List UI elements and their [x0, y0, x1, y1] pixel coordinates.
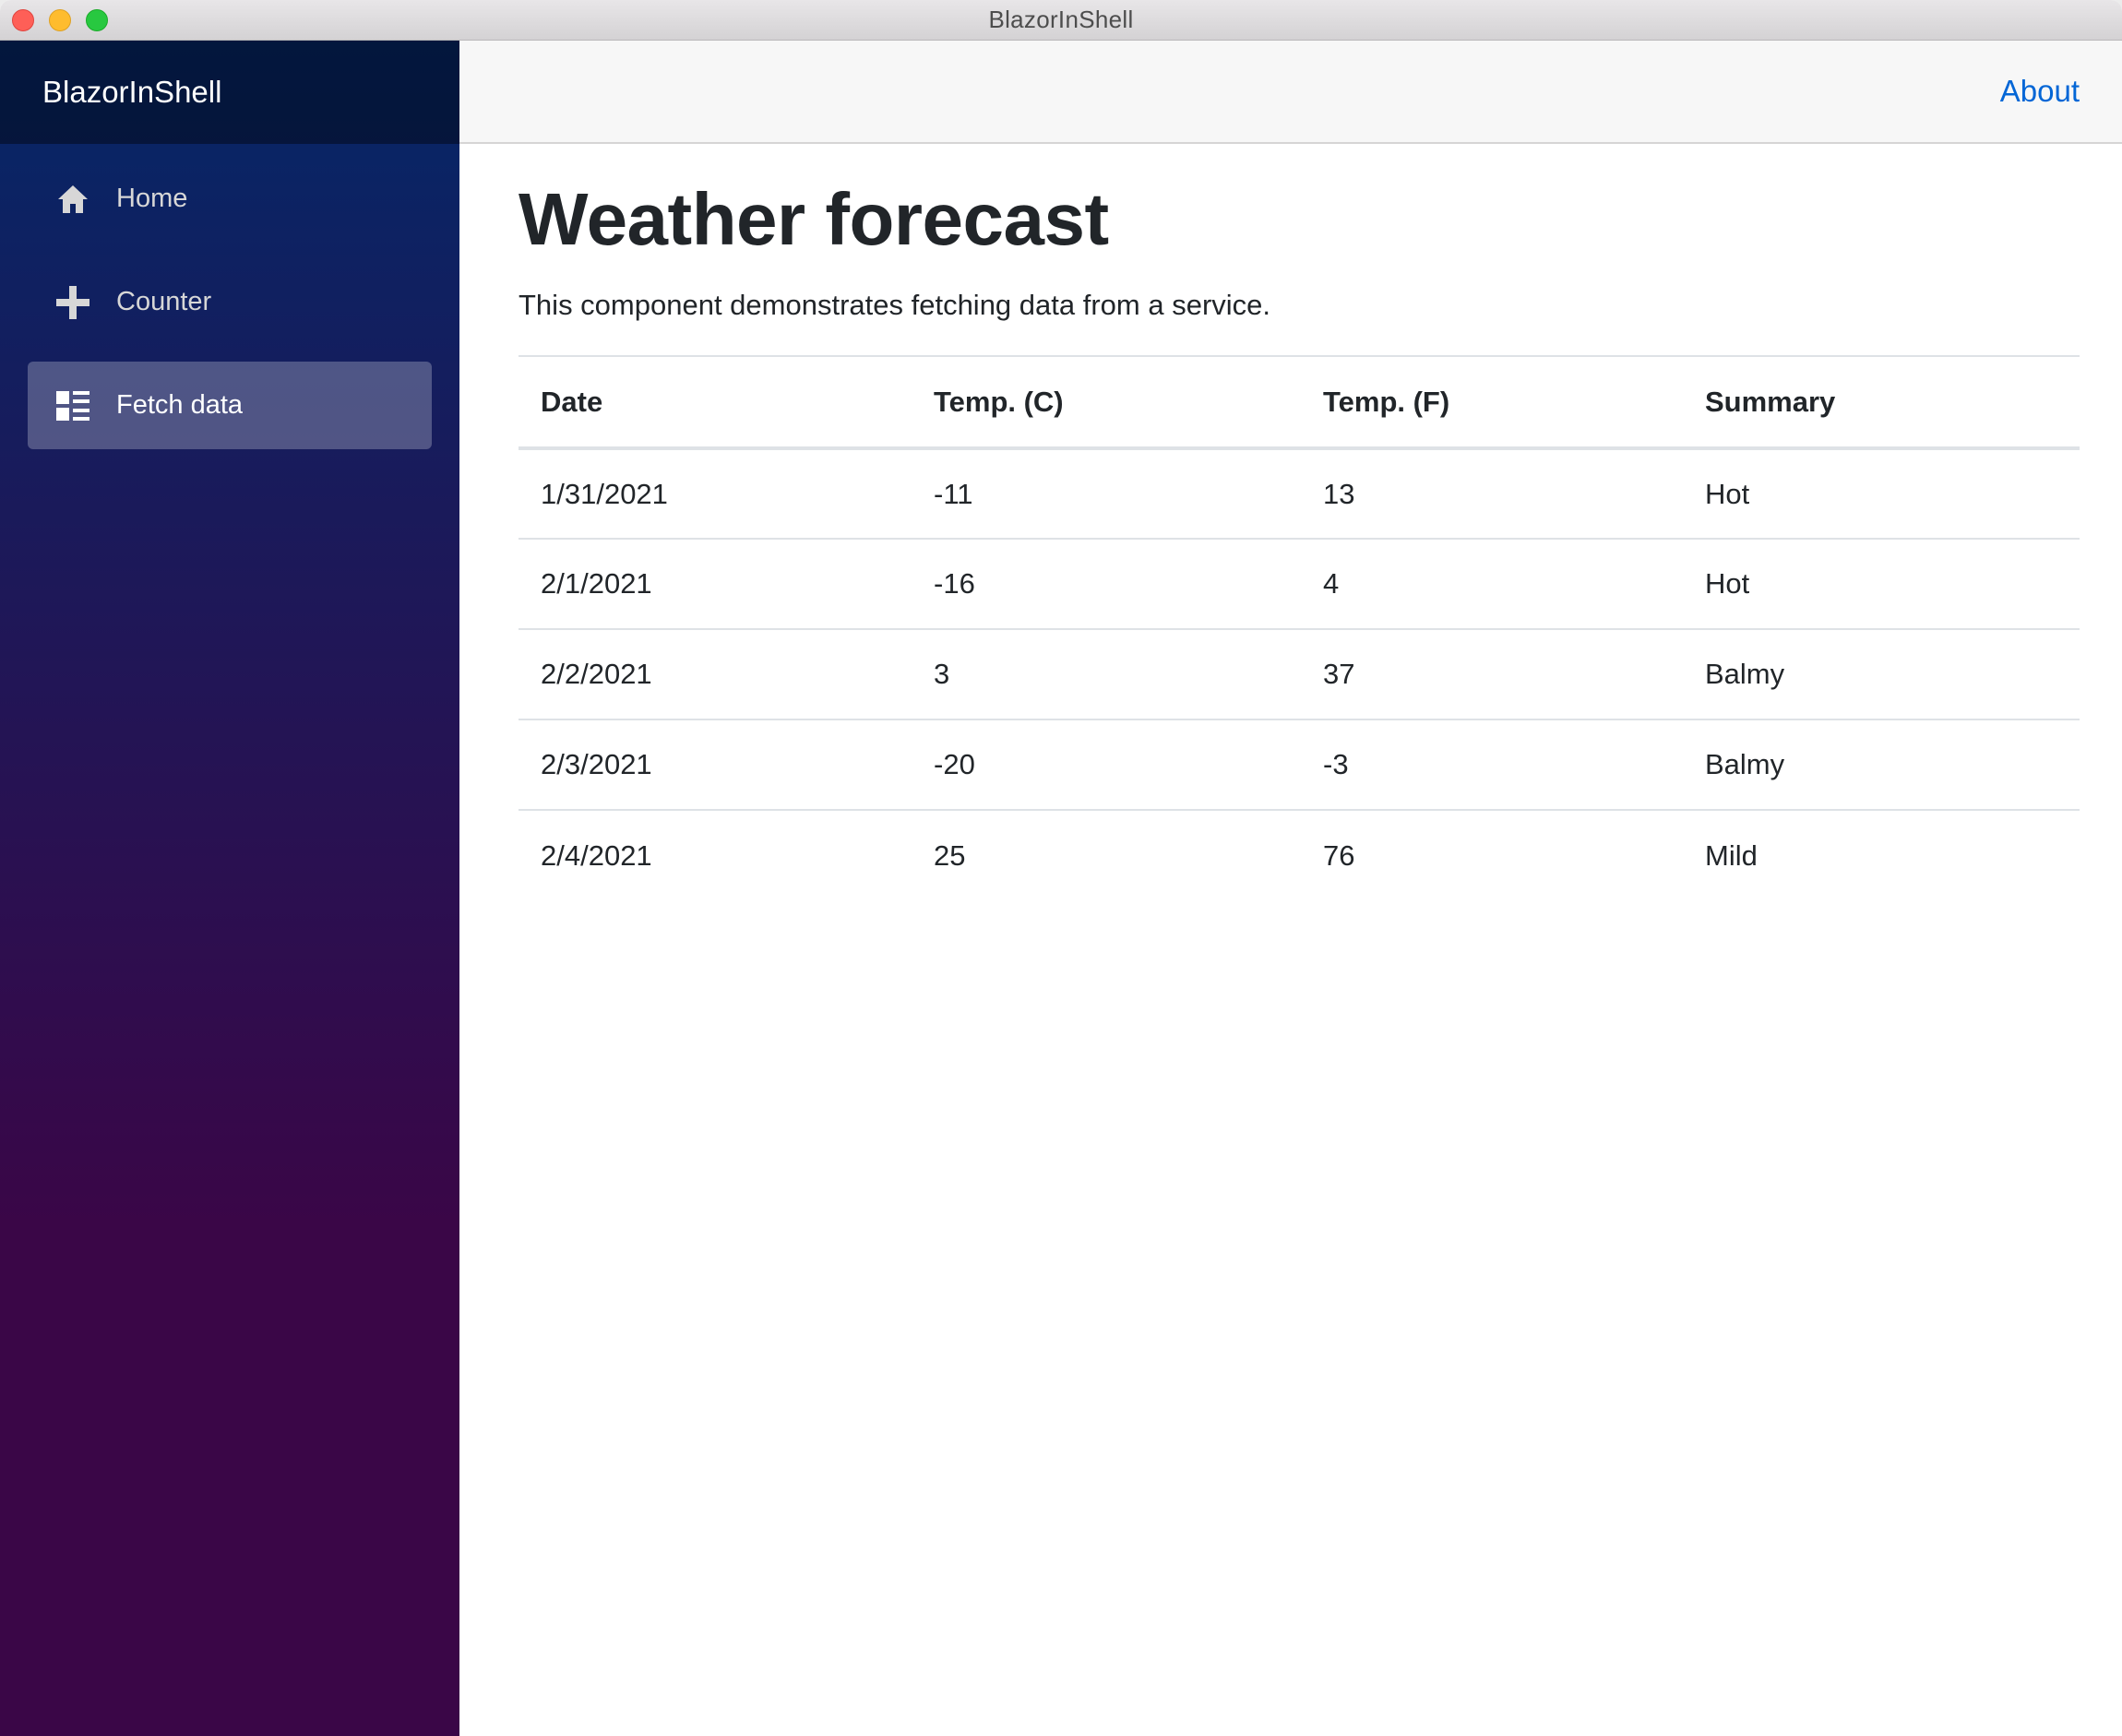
- cell-temp-f: 4: [1323, 567, 1340, 600]
- nav-item-label: Home: [116, 184, 188, 213]
- cell-summary: Balmy: [1705, 748, 1785, 780]
- cell-date: 2/1/2021: [541, 567, 652, 600]
- cell-summary: Mild: [1705, 838, 1758, 872]
- cell-temp-f: 76: [1323, 838, 1355, 872]
- cell-temp-c: -16: [934, 567, 975, 600]
- table-row: 2/2/2021 3 37 Balmy: [519, 629, 2080, 719]
- app-window: BlazorInShell BlazorInShell Home Counter: [0, 0, 2122, 1736]
- home-icon: [55, 182, 90, 217]
- cell-summary: Hot: [1705, 567, 1750, 600]
- brand-bar: BlazorInShell: [0, 41, 459, 144]
- nav-item-home[interactable]: Home: [28, 155, 432, 243]
- title-bar: BlazorInShell: [0, 0, 2122, 41]
- table-row: 2/3/2021 -20 -3 Balmy: [519, 719, 2080, 810]
- cell-temp-c: 3: [934, 658, 950, 690]
- table-row: 2/1/2021 -16 4 Hot: [519, 539, 2080, 629]
- brand-link[interactable]: BlazorInShell: [42, 75, 221, 110]
- nav-item-counter[interactable]: Counter: [28, 258, 432, 346]
- close-window-button[interactable]: [12, 9, 34, 31]
- cell-temp-f: -3: [1323, 748, 1349, 780]
- cell-summary: Hot: [1705, 477, 1750, 510]
- nav-item-label: Fetch data: [116, 390, 244, 420]
- column-header-date: Date: [541, 385, 603, 418]
- main-content: Weather forecast This component demonstr…: [519, 144, 2080, 900]
- window-title: BlazorInShell: [988, 6, 1134, 33]
- cell-date: 2/2/2021: [541, 658, 652, 690]
- nav-menu: Home Counter Fetch data: [0, 144, 459, 449]
- minimize-window-button[interactable]: [49, 9, 71, 31]
- cell-temp-f: 37: [1323, 658, 1355, 690]
- page-title: Weather forecast: [519, 178, 1109, 260]
- window-controls: [12, 9, 108, 31]
- column-header-summary: Summary: [1705, 385, 1836, 418]
- forecast-table: Date Temp. (C) Temp. (F) Summary 1/31/20…: [519, 355, 2080, 900]
- zoom-window-button[interactable]: [86, 9, 108, 31]
- cell-temp-f: 13: [1323, 477, 1355, 510]
- column-header-temp-c: Temp. (C): [934, 385, 1064, 418]
- sidebar: BlazorInShell Home Counter Fetch data: [0, 41, 459, 1736]
- cell-temp-c: -11: [934, 477, 973, 510]
- top-row: About: [459, 41, 2122, 144]
- plus-icon: [55, 285, 90, 320]
- cell-temp-c: 25: [934, 838, 966, 872]
- about-link[interactable]: About: [2000, 74, 2080, 109]
- nav-item-label: Counter: [116, 287, 212, 316]
- page-description: This component demonstrates fetching dat…: [519, 289, 1271, 321]
- list-icon: [55, 388, 90, 423]
- nav-item-fetch-data[interactable]: Fetch data: [28, 362, 432, 449]
- column-header-temp-f: Temp. (F): [1323, 385, 1450, 418]
- cell-date: 2/4/2021: [541, 838, 652, 872]
- table-header-row: Date Temp. (C) Temp. (F) Summary: [519, 356, 2080, 448]
- cell-date: 2/3/2021: [541, 748, 652, 780]
- cell-date: 1/31/2021: [541, 477, 668, 510]
- cell-summary: Balmy: [1705, 658, 1785, 690]
- table-row: 2/4/2021 25 76 Mild: [519, 810, 2080, 900]
- cell-temp-c: -20: [934, 748, 975, 780]
- table-row: 1/31/2021 -11 13 Hot: [519, 448, 2080, 539]
